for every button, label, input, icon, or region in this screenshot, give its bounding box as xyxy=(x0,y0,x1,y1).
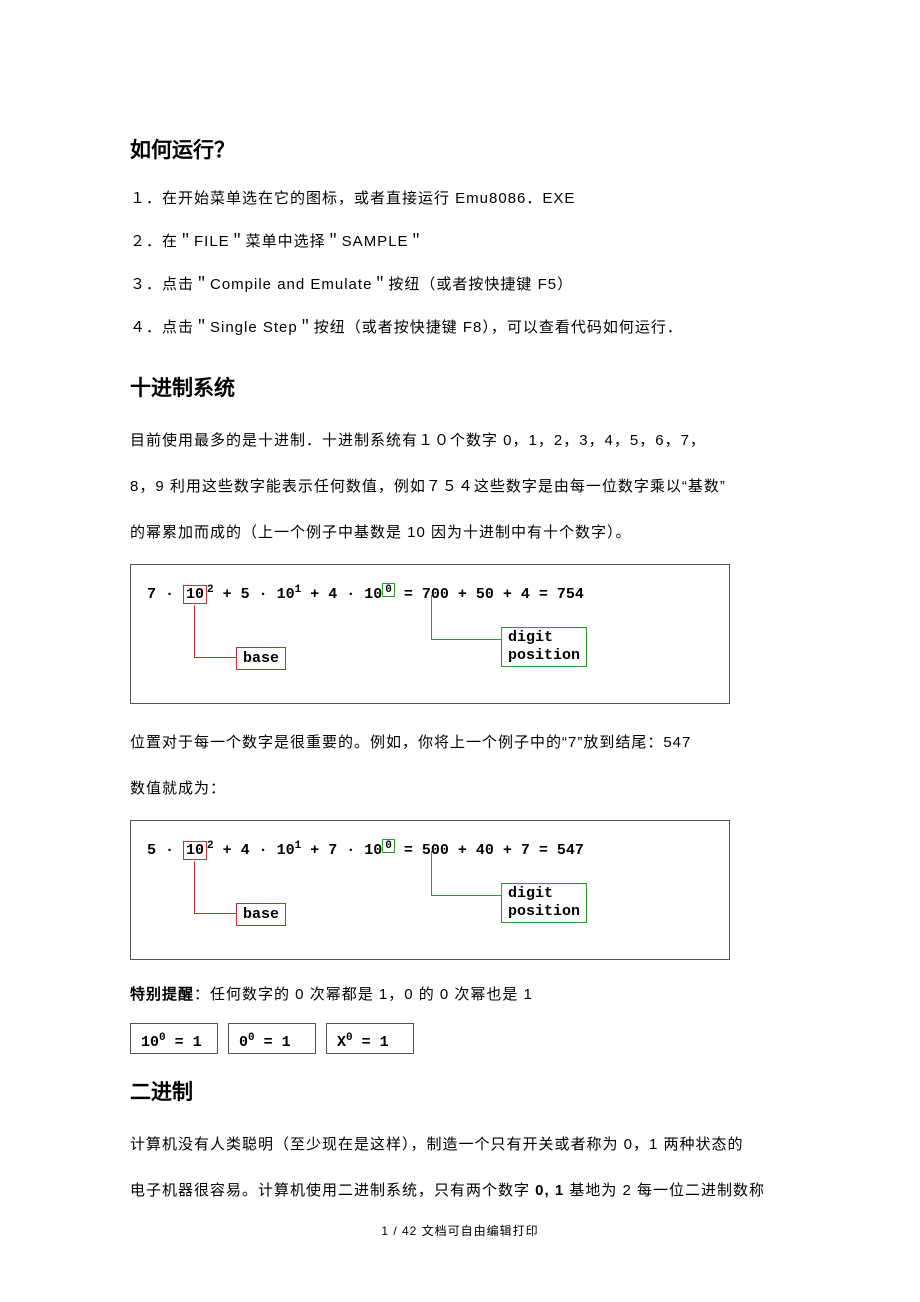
d2-green-line-v xyxy=(431,851,432,895)
page-footer: 1 / 42 文档可自由编辑打印 xyxy=(130,1222,790,1239)
special-note-text: ：任何数字的 0 次幂都是 1，0 的 0 次幂也是 1 xyxy=(194,986,533,1003)
section-how-to-run-heading: 如何运行？ xyxy=(130,134,790,164)
b2-rhs: = 1 xyxy=(255,1034,291,1051)
b1-base: 10 xyxy=(141,1034,159,1051)
d2-red-line-v xyxy=(194,861,195,913)
diagram-754: 7 · 102 + 5 · 101 + 4 · 100 = 700 + 50 +… xyxy=(130,564,730,704)
position-note-line1: 位置对于每一个数字是很重要的。例如，你将上一个例子中的“7”放到结尾：547 xyxy=(130,722,790,764)
binary-para-line2: 电子机器很容易。计算机使用二进制系统，只有两个数字 0, 1 基地为 2 每一位… xyxy=(130,1170,790,1212)
d2-green-line-h xyxy=(431,895,501,896)
diagram-754-expression: 7 · 102 + 5 · 101 + 4 · 100 = 700 + 50 +… xyxy=(147,583,584,604)
b3-exp: 0 xyxy=(346,1032,353,1044)
special-note-label: 特别提醒 xyxy=(130,986,194,1003)
d1-exp0-box: 0 xyxy=(382,583,395,597)
d1-term1-coef: 7 · xyxy=(147,586,183,603)
binary-para-line2c: 基地为 2 每一位二进制数称 xyxy=(564,1182,765,1199)
d2-exp0-box: 0 xyxy=(382,839,395,853)
d2-exp2: 2 xyxy=(207,840,214,852)
decimal-para-line3: 的幂累加而成的（上一个例子中基数是 10 因为十进制中有十个数字）。 xyxy=(130,512,790,554)
section-decimal-heading: 十进制系统 xyxy=(130,372,790,402)
b2-exp: 0 xyxy=(248,1032,255,1044)
b3-base: X xyxy=(337,1034,346,1051)
d1-pos-l2: position xyxy=(508,647,580,664)
d1-pos-l1: digit xyxy=(508,629,553,646)
decimal-para-line2b: “基数” xyxy=(682,478,726,495)
box-10-pow0: 100 = 1 xyxy=(130,1023,218,1054)
d1-term2: + 5 · 10 xyxy=(214,586,295,603)
box-x-pow0: X0 = 1 xyxy=(326,1023,414,1054)
d1-red-line-v xyxy=(194,605,195,657)
d2-pos-l1: digit xyxy=(508,885,553,902)
diagram-547: 5 · 102 + 4 · 101 + 7 · 100 = 500 + 40 +… xyxy=(130,820,730,960)
d1-base-label: base xyxy=(236,647,286,670)
binary-para-line1: 计算机没有人类聪明（至少现在是这样），制造一个只有开关或者称为 0，1 两种状态… xyxy=(130,1124,790,1166)
decimal-para-line1: 目前使用最多的是十进制．十进制系统有１０个数字 0，1，2，3，4，5，6，7， xyxy=(130,420,790,462)
d2-base-label: base xyxy=(236,903,286,926)
position-note-line2: 数值就成为： xyxy=(130,768,790,810)
d1-rhs: = 700 + 50 + 4 = 754 xyxy=(395,586,584,603)
d1-term3: + 4 · 10 xyxy=(301,586,382,603)
d1-red-line-h xyxy=(194,657,236,658)
decimal-para-line2: 8，9 利用这些数字能表示任何数值，例如７５４这些数字是由每一位数字乘以“基数” xyxy=(130,466,790,508)
d2-base-box: 10 xyxy=(183,841,207,860)
d1-base-box: 10 xyxy=(183,585,207,604)
box-0-pow0: 00 = 1 xyxy=(228,1023,316,1054)
d2-red-line-h xyxy=(194,913,236,914)
d1-green-line-h xyxy=(431,639,501,640)
special-note: 特别提醒：任何数字的 0 次幂都是 1，0 的 0 次幂也是 1 xyxy=(130,978,790,1011)
d2-term3: + 7 · 10 xyxy=(301,842,382,859)
power-zero-boxes: 100 = 1 00 = 1 X0 = 1 xyxy=(130,1023,790,1054)
binary-para-line2a: 电子机器很容易。计算机使用二进制系统，只有两个数字 xyxy=(130,1182,535,1199)
d2-rhs: = 500 + 40 + 7 = 547 xyxy=(395,842,584,859)
b3-rhs: = 1 xyxy=(353,1034,389,1051)
decimal-para-line2a: 8，9 利用这些数字能表示任何数值，例如７５４这些数字是由每一位数字乘以 xyxy=(130,478,682,495)
b1-rhs: = 1 xyxy=(166,1034,202,1051)
b1-exp: 0 xyxy=(159,1032,166,1044)
d2-term1-coef: 5 · xyxy=(147,842,183,859)
d1-green-line-v xyxy=(431,595,432,639)
step-2: ２．在＂FILE＂菜单中选择＂SAMPLE＂ xyxy=(130,225,790,258)
step-3: ３．点击＂Compile and Emulate＂按纽（或者按快捷键 F5） xyxy=(130,268,790,301)
binary-para-line2b: 0, 1 xyxy=(535,1182,564,1199)
d2-position-label: digitposition xyxy=(501,883,587,923)
d2-pos-l2: position xyxy=(508,903,580,920)
section-binary-heading: 二进制 xyxy=(130,1076,790,1106)
step-1: １．在开始菜单选在它的图标，或者直接运行 Emu8086．EXE xyxy=(130,182,790,215)
d1-position-label: digitposition xyxy=(501,627,587,667)
diagram-547-expression: 5 · 102 + 4 · 101 + 7 · 100 = 500 + 40 +… xyxy=(147,839,584,860)
b2-base: 0 xyxy=(239,1034,248,1051)
d1-exp2: 2 xyxy=(207,584,214,596)
d2-term2: + 4 · 10 xyxy=(214,842,295,859)
step-4: ４．点击＂Single Step＂按纽（或者按快捷键 F8），可以查看代码如何运… xyxy=(130,311,790,344)
